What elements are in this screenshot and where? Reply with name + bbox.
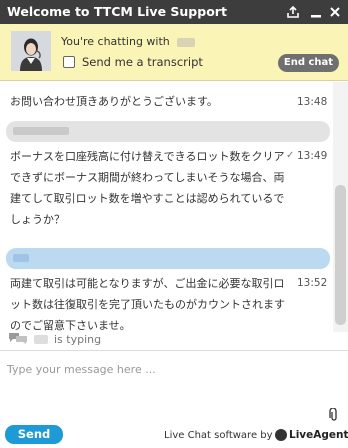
chatting-with-label: You're chatting with [61,35,196,48]
typing-agent-redacted [34,334,48,344]
minimize-icon[interactable] [307,0,325,24]
close-icon[interactable] [326,0,344,24]
liveagent-logo-icon [275,429,287,441]
chatting-with-text: You're chatting with [61,35,170,48]
message-input[interactable] [7,360,327,378]
message-text: 両建て取引は可能となりますが、ご出金に必要な取引ロット数は往復取引を完了頂いたも… [10,277,285,332]
transcript-label: Send me a transcript [82,55,203,69]
message-time: 13:49 [297,150,328,162]
agent-bar: You're chatting with Send me a transcrip… [0,24,348,81]
message-scrollbar[interactable] [333,82,348,332]
typing-indicator: is typing [8,330,101,348]
popout-icon[interactable] [284,0,302,24]
message-time: 13:48 [297,96,328,108]
message-list: お問い合わせ頂きありがとうございます。 13:48 ボーナスを口座残高に付け替え… [0,82,333,332]
title-bar: Welcome to TTCM Live Support [0,0,348,24]
liveagent-brand[interactable]: LiveAgent [289,429,348,441]
delivered-check-icon: ✓ [286,150,295,161]
visitor-sender-band [6,121,330,142]
chat-footer: Send Live Chat software by LiveAgent [0,421,348,448]
agent-sender-band [6,248,330,269]
typing-icon [8,331,28,348]
send-button[interactable]: Send [5,425,63,444]
agent-name-redacted [13,254,29,262]
transcript-option[interactable]: Send me a transcript [63,55,203,69]
window-title: Welcome to TTCM Live Support [7,4,227,19]
message-text: ボーナスを口座残高に付け替えできるロット数をクリアできずにボーナス期間が終わって… [10,150,285,226]
compose-area [0,351,348,421]
agent-avatar [11,31,51,71]
transcript-checkbox[interactable] [63,56,75,68]
message-text: お問い合わせ頂きありがとうございます。 [10,95,218,108]
scrollbar-thumb[interactable] [335,185,346,325]
message-time: 13:52 [297,277,328,289]
powered-by-text: Live Chat software by [164,430,273,441]
end-chat-button[interactable]: End chat [278,54,339,72]
agent-name-redacted [177,37,196,47]
visitor-name-redacted [13,127,69,135]
typing-text: is typing [54,332,102,346]
